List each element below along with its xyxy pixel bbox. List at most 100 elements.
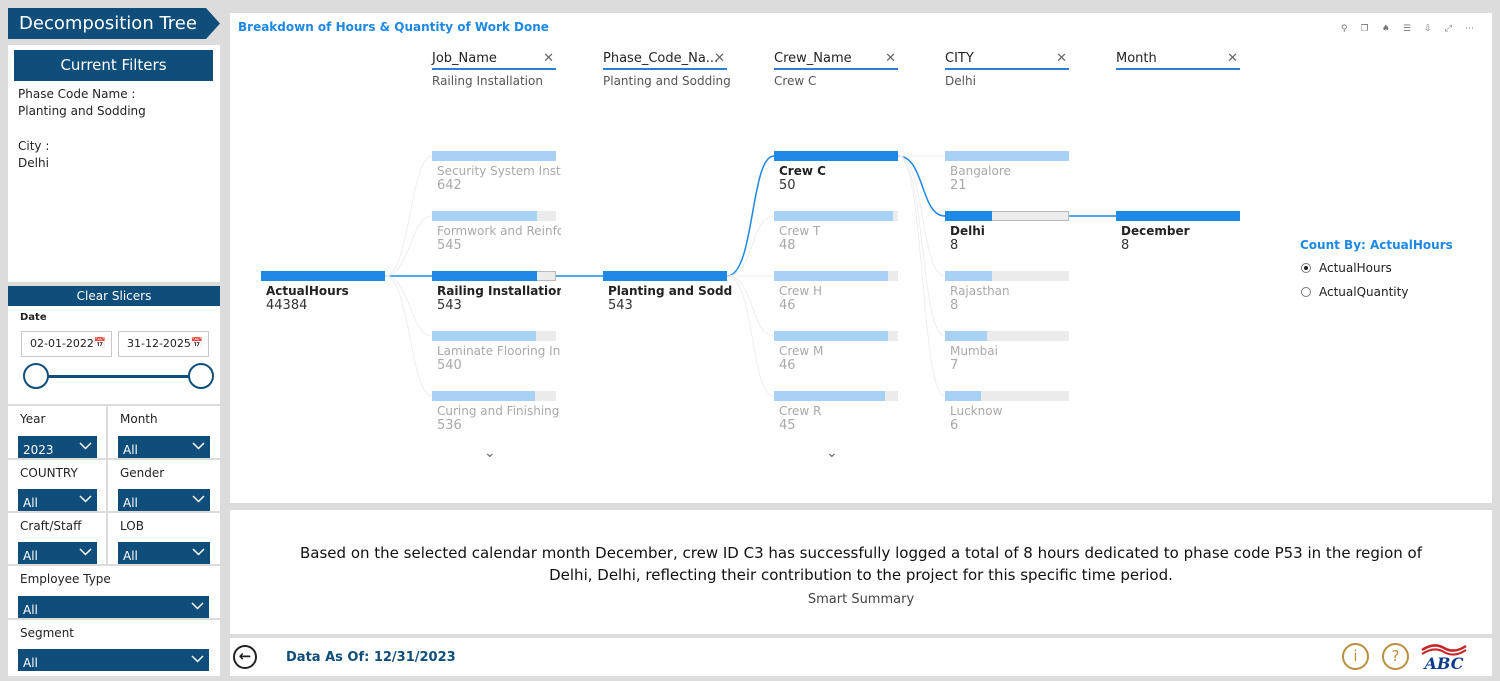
level-header-crew-name[interactable]: Crew_Name ✕ xyxy=(774,51,898,70)
date-range-track[interactable] xyxy=(35,375,201,378)
copy-icon[interactable]: ❐ xyxy=(1361,24,1369,34)
gender-value: All xyxy=(123,496,138,510)
node-value: 46 xyxy=(779,358,796,373)
radio-actual-hours[interactable]: ActualHours xyxy=(1301,261,1392,275)
close-icon[interactable]: ✕ xyxy=(714,51,725,66)
count-by-title: Count By: ActualHours xyxy=(1300,238,1453,252)
craft-staff-label: Craft/Staff xyxy=(20,519,82,533)
pin-icon[interactable]: ⚲ xyxy=(1341,24,1348,34)
node-value: 45 xyxy=(779,418,796,433)
country-value: All xyxy=(23,496,38,510)
export-icon[interactable]: ⇩ xyxy=(1424,24,1432,34)
node-bar xyxy=(1116,211,1240,221)
node-bar xyxy=(603,271,727,281)
node-label: Bangalore xyxy=(950,164,1011,178)
employee-type-dropdown[interactable]: All xyxy=(18,596,209,618)
radio-selected-icon[interactable] xyxy=(1301,263,1311,273)
chevron-down-icon xyxy=(79,442,92,450)
gender-dropdown[interactable]: All xyxy=(118,489,210,511)
level-header-month[interactable]: Month ✕ xyxy=(1116,51,1240,70)
close-icon[interactable]: ✕ xyxy=(1056,51,1067,66)
chevron-down-icon[interactable]: ⌄ xyxy=(484,445,496,461)
employee-type-label: Employee Type xyxy=(20,572,111,586)
bell-icon[interactable]: ♠ xyxy=(1382,24,1390,34)
node-bar xyxy=(945,391,981,401)
city-filter-value: Delhi xyxy=(18,156,49,170)
chevron-down-icon xyxy=(191,602,204,610)
help-button[interactable]: ? xyxy=(1382,643,1409,670)
gender-slicer: Gender All xyxy=(108,460,220,511)
node-value: 536 xyxy=(437,418,462,433)
year-dropdown[interactable]: 2023 xyxy=(18,436,97,458)
logo-text: ABC xyxy=(1423,654,1464,673)
node-label: Crew H xyxy=(779,284,823,298)
chevron-down-icon xyxy=(192,442,205,450)
segment-dropdown[interactable]: All xyxy=(18,649,209,671)
node-value: 642 xyxy=(437,178,462,193)
node-value: 7 xyxy=(950,358,959,373)
phase-filter-value: Planting and Sodding xyxy=(18,104,146,118)
month-slicer: Month All xyxy=(108,406,220,458)
level-header-city[interactable]: CITY ✕ xyxy=(945,51,1069,70)
calendar-icon[interactable]: 📅 xyxy=(191,332,203,356)
focus-mode-icon[interactable]: ⤢ xyxy=(1445,24,1452,34)
craft-staff-dropdown[interactable]: All xyxy=(18,542,97,564)
country-slicer: COUNTRY All xyxy=(8,460,106,511)
level-header-label: Month xyxy=(1116,51,1157,66)
month-value: All xyxy=(123,443,138,457)
node-bar xyxy=(945,331,987,341)
node-label: Formwork and Reinfor... xyxy=(437,224,561,238)
chevron-down-icon[interactable]: ⌄ xyxy=(826,445,838,461)
date-range-end-handle[interactable] xyxy=(188,363,214,389)
current-filters-panel: Current Filters Phase Code Name : Planti… xyxy=(8,45,220,282)
start-date-input[interactable]: 02-01-2022 📅 xyxy=(21,331,112,357)
node-label: Delhi xyxy=(950,224,985,238)
abc-logo: ABC xyxy=(1421,644,1467,673)
level-header-phase-code[interactable]: Phase_Code_Na... ✕ xyxy=(603,51,727,70)
smart-summary-text: Based on the selected calendar month Dec… xyxy=(300,544,1422,584)
close-icon[interactable]: ✕ xyxy=(543,51,554,66)
level-selection-city: Delhi xyxy=(945,74,976,88)
node-bar xyxy=(774,331,888,341)
radio-unselected-icon[interactable] xyxy=(1301,287,1311,297)
close-icon[interactable]: ✕ xyxy=(885,51,896,66)
date-range-start-handle[interactable] xyxy=(23,363,49,389)
back-arrow-icon[interactable]: ← xyxy=(233,645,257,669)
radio-actual-quantity[interactable]: ActualQuantity xyxy=(1301,285,1408,299)
node-bar xyxy=(432,151,556,161)
node-label: December xyxy=(1121,224,1190,238)
level-header-job-name[interactable]: Job_Name ✕ xyxy=(432,51,556,70)
node-label: Planting and Sodding xyxy=(608,284,732,298)
chevron-down-icon xyxy=(79,495,92,503)
node-label: Lucknow xyxy=(950,404,1003,418)
help-icon: ? xyxy=(1391,647,1400,665)
month-dropdown[interactable]: All xyxy=(118,436,210,458)
tree-connectors xyxy=(384,155,1116,397)
segment-slicer: Segment All xyxy=(8,620,220,676)
close-icon[interactable]: ✕ xyxy=(1227,51,1238,66)
footer-bar: ← Data As Of: 12/31/2023 i ? ABC xyxy=(230,638,1492,676)
lob-slicer: LOB All xyxy=(108,513,220,564)
radio-label: ActualHours xyxy=(1319,261,1392,275)
lob-dropdown[interactable]: All xyxy=(118,542,210,564)
end-date-input[interactable]: 31-12-2025 📅 xyxy=(118,331,209,357)
start-date-value: 02-01-2022 xyxy=(30,337,94,350)
date-label: Date xyxy=(20,312,47,323)
decomposition-tree-visual: Breakdown of Hours & Quantity of Work Do… xyxy=(230,13,1492,503)
calendar-icon[interactable]: 📅 xyxy=(94,332,106,356)
filter-icon[interactable]: ☰ xyxy=(1403,24,1411,34)
chevron-down-icon xyxy=(192,548,205,556)
node-bar xyxy=(432,271,537,281)
clear-slicers-button[interactable]: Clear Slicers xyxy=(8,286,220,306)
year-value: 2023 xyxy=(23,443,54,457)
smart-summary-caption: Smart Summary xyxy=(807,592,915,607)
info-button[interactable]: i xyxy=(1342,643,1369,670)
node-bar xyxy=(432,211,537,221)
more-options-icon[interactable]: ⋯ xyxy=(1465,24,1474,34)
year-slicer: Year 2023 xyxy=(8,406,106,458)
node-label: Crew T xyxy=(779,224,821,238)
end-date-value: 31-12-2025 xyxy=(127,337,191,350)
country-dropdown[interactable]: All xyxy=(18,489,97,511)
node-label: Laminate Flooring Inst... xyxy=(437,344,561,358)
level-header-label: Job_Name xyxy=(432,51,497,66)
